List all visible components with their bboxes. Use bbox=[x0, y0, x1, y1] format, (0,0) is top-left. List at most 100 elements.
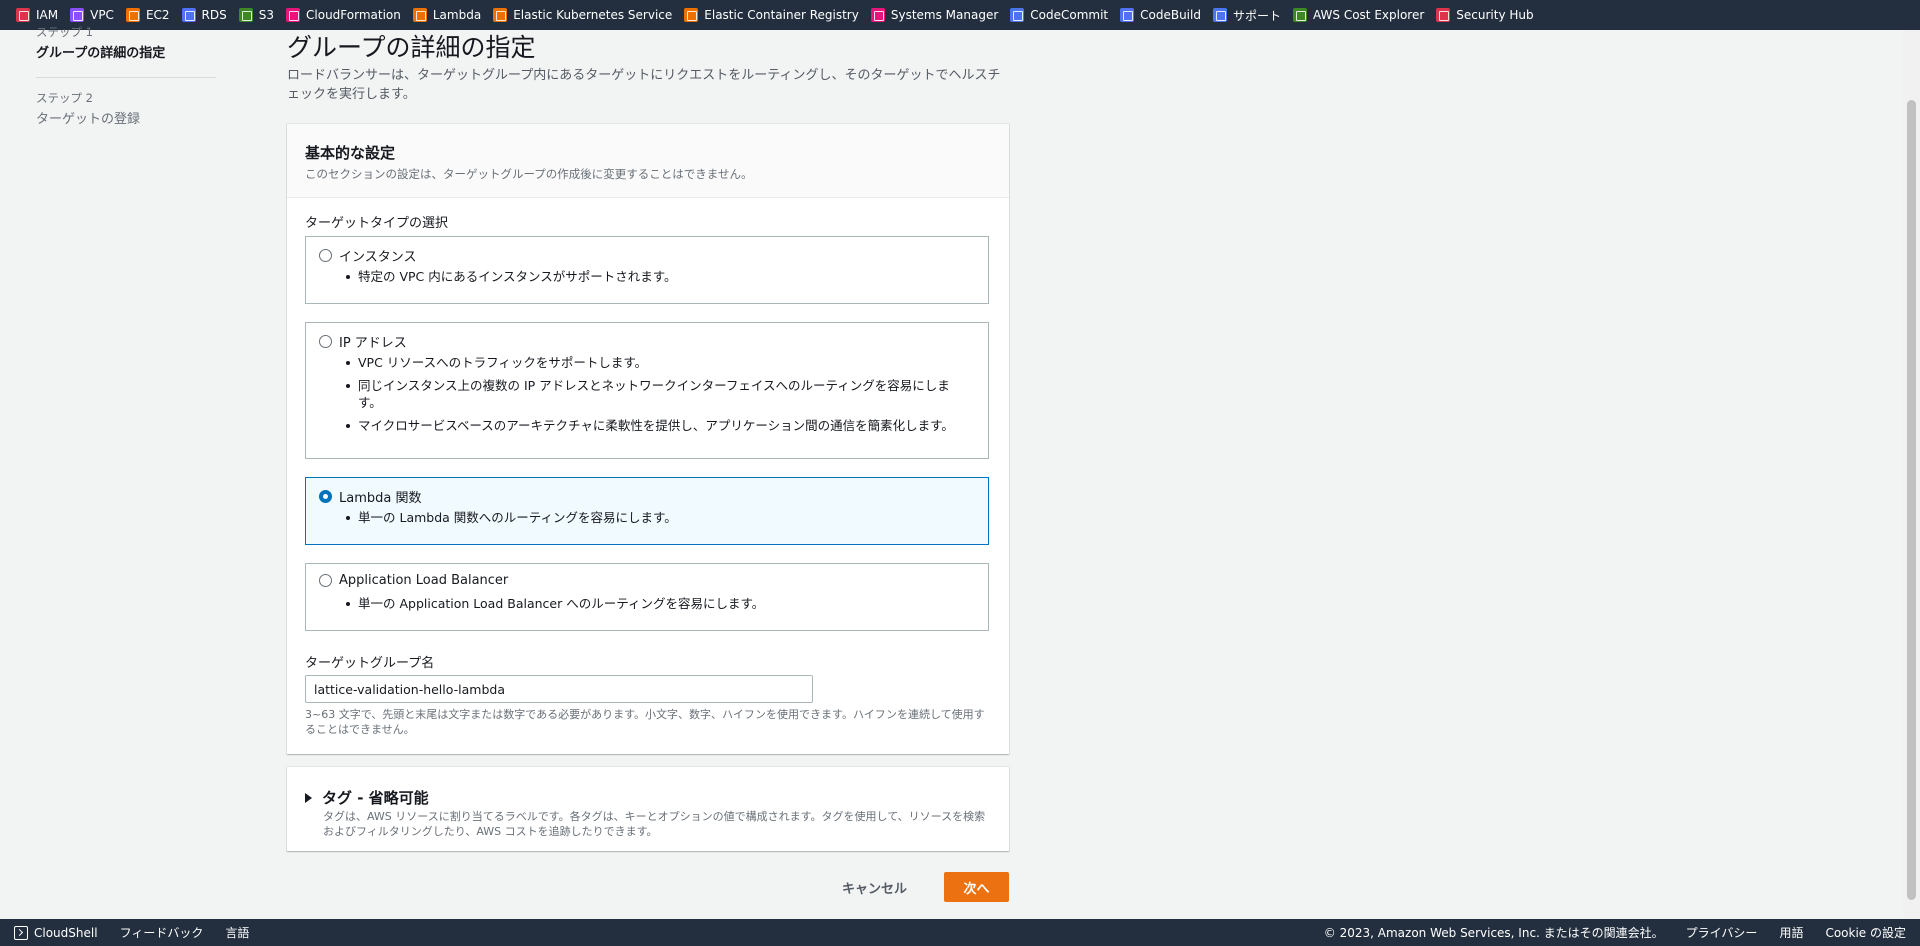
service-icon bbox=[1212, 8, 1227, 22]
favorite-lambda[interactable]: Lambda bbox=[412, 0, 490, 30]
favorite-label: Security Hub bbox=[1456, 8, 1534, 22]
service-icon bbox=[286, 8, 301, 22]
cloudshell-label: CloudShell bbox=[34, 925, 98, 940]
target-type-label: ターゲットタイプの選択 bbox=[305, 216, 449, 231]
favorite-label: S3 bbox=[258, 8, 275, 22]
step2-title: ターゲットの登録 bbox=[36, 112, 141, 127]
favorite-label: RDS bbox=[201, 8, 227, 22]
step1-title[interactable]: グループの詳細の指定 bbox=[36, 42, 216, 61]
service-icon bbox=[412, 8, 427, 22]
form-actions: キャンセル 次へ bbox=[287, 872, 1009, 902]
service-icon bbox=[1120, 8, 1135, 22]
target-type-lambda-name: Lambda 関数 bbox=[339, 491, 422, 506]
tags-title: タグ - 省略可能 bbox=[322, 789, 429, 807]
radio-ip[interactable] bbox=[319, 335, 332, 348]
list-item: VPC リソースへのトラフィックをサポートします。 bbox=[346, 354, 968, 371]
list-item: 同じインスタンス上の複数の IP アドレスとネットワークインターフェイスへのルー… bbox=[346, 377, 968, 411]
target-type-instance-bullets: 特定の VPC 内にあるインスタンスがサポートされます。 bbox=[346, 268, 968, 291]
favorite-label: AWS Cost Explorer bbox=[1312, 8, 1425, 22]
service-icon bbox=[1436, 8, 1451, 22]
tags-expander[interactable]: タグ - 省略可能 bbox=[305, 787, 429, 808]
list-item: 特定の VPC 内にあるインスタンスがサポートされます。 bbox=[346, 268, 968, 285]
favorite-label: Elastic Container Registry bbox=[704, 8, 859, 22]
next-button[interactable]: 次へ bbox=[944, 872, 1009, 902]
target-group-name-label: ターゲットグループ名 bbox=[305, 656, 435, 671]
service-icon bbox=[238, 8, 253, 22]
page-description: ロードバランサーは、ターゲットグループ内にあるターゲットにリクエストをルーティン… bbox=[287, 68, 1001, 102]
service-icon bbox=[181, 8, 196, 22]
favorite-label: IAM bbox=[36, 8, 59, 22]
cloudshell-button[interactable]: CloudShell bbox=[14, 925, 98, 940]
favorite-label: Lambda bbox=[432, 8, 482, 22]
copyright-text: © 2023, Amazon Web Services, Inc. またはその関… bbox=[1323, 926, 1664, 940]
step1-label: ステップ 1 bbox=[36, 25, 93, 39]
favorite-label: Systems Manager bbox=[890, 8, 999, 22]
feedback-link[interactable]: フィードバック bbox=[120, 924, 204, 941]
favorite-label: Elastic Kubernetes Service bbox=[513, 8, 673, 22]
service-icon bbox=[125, 8, 140, 22]
target-type-lambda-bullets: 単一の Lambda 関数へのルーティングを容易にします。 bbox=[346, 509, 968, 532]
scrollbar-thumb[interactable] bbox=[1907, 100, 1916, 900]
favorite-label: VPC bbox=[90, 8, 114, 22]
favorite-サポート[interactable]: サポート bbox=[1212, 0, 1290, 30]
basic-settings-subtitle: このセクションの設定は、ターゲットグループの作成後に変更することはできません。 bbox=[305, 167, 753, 181]
tags-panel: タグ - 省略可能 タグは、AWS リソースに割り当てるラベルです。各タグは、キ… bbox=[287, 767, 1009, 851]
target-group-name-input[interactable] bbox=[305, 675, 813, 703]
target-type-ip-tile[interactable]: IP アドレス VPC リソースへのトラフィックをサポートします。 同じインスタ… bbox=[305, 322, 989, 459]
language-link[interactable]: 言語 bbox=[225, 924, 249, 941]
favorite-codecommit[interactable]: CodeCommit bbox=[1010, 0, 1117, 30]
favorite-aws-cost-explorer[interactable]: AWS Cost Explorer bbox=[1292, 0, 1433, 30]
service-icon bbox=[684, 8, 699, 22]
service-icon bbox=[1010, 8, 1025, 22]
step2-label: ステップ 2 bbox=[36, 91, 93, 105]
favorites-bar: IAM VPC EC2 RDS S3 CloudFormation Lambda Elasti… bbox=[0, 0, 1920, 30]
target-type-alb-tile[interactable]: Application Load Balancer 単一の Applicatio… bbox=[305, 563, 989, 631]
radio-alb[interactable] bbox=[319, 574, 332, 587]
favorite-label: サポート bbox=[1232, 8, 1281, 23]
favorite-label: CodeBuild bbox=[1140, 8, 1201, 22]
service-icon bbox=[70, 8, 85, 22]
radio-instance[interactable] bbox=[319, 249, 332, 262]
service-icon bbox=[493, 8, 508, 22]
favorite-cloudformation[interactable]: CloudFormation bbox=[286, 0, 410, 30]
privacy-link[interactable]: プライバシー bbox=[1686, 924, 1758, 941]
basic-settings-panel: 基本的な設定 このセクションの設定は、ターゲットグループの作成後に変更することは… bbox=[287, 124, 1009, 754]
favorite-security-hub[interactable]: Security Hub bbox=[1436, 0, 1542, 30]
target-type-ip-name: IP アドレス bbox=[339, 336, 407, 351]
favorite-label: CloudFormation bbox=[306, 8, 401, 22]
basic-settings-header: 基本的な設定 このセクションの設定は、ターゲットグループの作成後に変更することは… bbox=[287, 124, 1009, 198]
step-divider bbox=[36, 77, 216, 78]
step-navigation: ステップ 1 グループの詳細の指定 ステップ 2 ターゲットの登録 bbox=[36, 25, 216, 127]
favorite-s3[interactable]: S3 bbox=[238, 0, 283, 30]
caret-right-icon bbox=[305, 792, 312, 803]
cookie-settings-link[interactable]: Cookie の設定 bbox=[1825, 924, 1906, 941]
console-footer: CloudShell フィードバック 言語 © 2023, Amazon Web… bbox=[0, 919, 1920, 946]
target-type-ip-bullets: VPC リソースへのトラフィックをサポートします。 同じインスタンス上の複数の … bbox=[346, 354, 968, 440]
target-type-instance-tile[interactable]: インスタンス 特定の VPC 内にあるインスタンスがサポートされます。 bbox=[305, 236, 989, 304]
favorite-elastic-kubernetes-service[interactable]: Elastic Kubernetes Service bbox=[493, 0, 681, 30]
tags-description: タグは、AWS リソースに割り当てるラベルです。各タグは、キーとオプションの値で… bbox=[323, 810, 986, 838]
list-item: マイクロサービスベースのアーキテクチャに柔軟性を提供し、アプリケーション間の通信… bbox=[346, 417, 968, 434]
service-icon bbox=[870, 8, 885, 22]
radio-lambda[interactable] bbox=[319, 490, 332, 503]
terms-link[interactable]: 用語 bbox=[1779, 924, 1803, 941]
service-icon bbox=[16, 8, 30, 22]
favorite-codebuild[interactable]: CodeBuild bbox=[1120, 0, 1210, 30]
favorite-label: CodeCommit bbox=[1030, 8, 1109, 22]
list-item: 単一の Lambda 関数へのルーティングを容易にします。 bbox=[346, 509, 968, 526]
service-icon bbox=[1292, 8, 1307, 22]
favorite-systems-manager[interactable]: Systems Manager bbox=[870, 0, 1007, 30]
favorite-label: EC2 bbox=[145, 8, 170, 22]
target-group-name-hint: 3~63 文字で、先頭と末尾は文字または数字である必要があります。小文字、数字、… bbox=[305, 708, 985, 736]
vertical-scrollbar[interactable] bbox=[1903, 30, 1920, 919]
favorite-elastic-container-registry[interactable]: Elastic Container Registry bbox=[684, 0, 868, 30]
basic-settings-title: 基本的な設定 bbox=[305, 144, 396, 162]
target-type-alb-name: Application Load Balancer bbox=[339, 573, 509, 588]
cancel-button[interactable]: キャンセル bbox=[832, 872, 917, 902]
target-type-lambda-tile[interactable]: Lambda 関数 単一の Lambda 関数へのルーティングを容易にします。 bbox=[305, 477, 989, 545]
terminal-icon bbox=[14, 925, 28, 940]
target-type-alb-bullets: 単一の Application Load Balancer へのルーティングを容… bbox=[346, 595, 968, 618]
target-type-instance-name: インスタンス bbox=[339, 250, 417, 265]
page-title: グループの詳細の指定 bbox=[287, 33, 536, 62]
list-item: 単一の Application Load Balancer へのルーティングを容… bbox=[346, 595, 968, 612]
